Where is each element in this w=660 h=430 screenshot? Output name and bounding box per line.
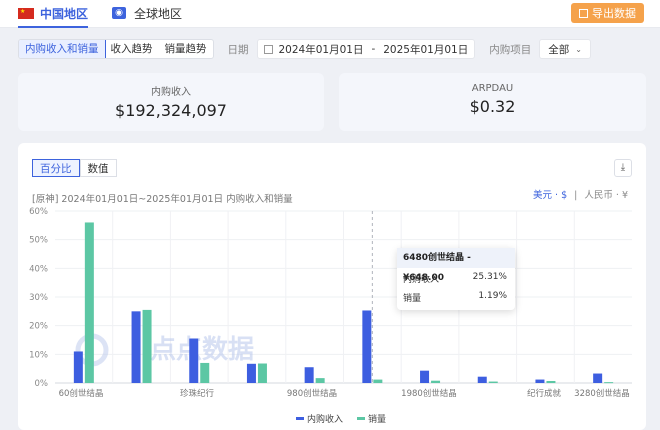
item-select[interactable]: 全部 ⌄ bbox=[539, 39, 591, 59]
calendar-icon bbox=[263, 44, 273, 54]
currency-cny[interactable]: 人民币 · ¥ bbox=[584, 190, 628, 201]
legend-swatch-revenue bbox=[296, 417, 304, 420]
currency-separator: | bbox=[574, 190, 578, 201]
tab-china-region[interactable]: 中国地区 bbox=[18, 4, 89, 28]
date-range-picker[interactable]: 2024年01月01日 - 2025年01月01日 bbox=[256, 39, 476, 59]
tooltip-sales-value: 1.19% bbox=[478, 291, 507, 301]
legend-label-revenue: 内购收入 bbox=[307, 415, 344, 425]
export-label: 导出数据 bbox=[592, 7, 636, 20]
date-end: 2025年01月01日 bbox=[383, 43, 469, 56]
legend-label-sales: 销量 bbox=[368, 415, 387, 425]
metric-option-sales-trend[interactable]: 销量趋势 bbox=[159, 40, 213, 58]
metric-option-revenue-trend[interactable]: 收入趋势 bbox=[105, 40, 159, 58]
export-data-button[interactable]: 导出数据 bbox=[571, 3, 644, 23]
date-start: 2024年01月01日 bbox=[278, 43, 364, 56]
toggle-value[interactable]: 数值 bbox=[79, 159, 117, 177]
active-tab-indicator bbox=[18, 26, 89, 28]
kpi-arpdau-label: ARPDAU bbox=[471, 83, 514, 94]
chart-legend: 内购收入 销量 bbox=[296, 412, 400, 425]
currency-usd[interactable]: 美元 · $ bbox=[533, 190, 567, 201]
chart-panel: 百分比 数值 ⤓ [原神] 2024年01月01日~2025年01月01日 内购… bbox=[18, 143, 646, 430]
tab-global-region[interactable]: ◉ 全球地区 bbox=[112, 4, 182, 22]
tooltip-sales-label: 销量 bbox=[403, 294, 422, 304]
chart-tooltip: 6480创世结晶 - ¥648.00 内购收入 25.31% 销量 1.19% bbox=[397, 248, 515, 310]
tooltip-revenue-value: 25.31% bbox=[472, 272, 507, 282]
legend-item-revenue[interactable]: 内购收入 bbox=[296, 412, 343, 425]
item-label: 内购项目 bbox=[489, 43, 532, 56]
currency-switch: 美元 · $ | 人民币 · ¥ bbox=[533, 187, 628, 201]
region-tabs-bar: 中国地区 ◉ 全球地区 导出数据 bbox=[0, 0, 660, 28]
globe-icon: ◉ bbox=[112, 7, 126, 19]
view-toggle: 百分比 数值 bbox=[32, 159, 117, 177]
chart-subtitle: [原神] 2024年01月01日~2025年01月01日 内购收入和销量 bbox=[32, 194, 293, 205]
toggle-percentage[interactable]: 百分比 bbox=[32, 159, 80, 177]
kpi-revenue-label: 内购收入 bbox=[151, 87, 191, 98]
legend-item-sales[interactable]: 销量 bbox=[357, 412, 386, 425]
date-separator: - bbox=[371, 43, 376, 55]
metric-segmented-control: 内购收入和销量 收入趋势 销量趋势 bbox=[18, 39, 214, 59]
date-label: 日期 bbox=[227, 43, 249, 56]
metric-option-revenue-sales[interactable]: 内购收入和销量 bbox=[18, 40, 106, 58]
download-icon[interactable]: ⤓ bbox=[614, 159, 632, 177]
tab-global-label: 全球地区 bbox=[134, 6, 183, 21]
tooltip-revenue-label: 内购收入 bbox=[403, 275, 440, 285]
tab-china-label: 中国地区 bbox=[40, 6, 89, 21]
legend-swatch-sales bbox=[357, 417, 366, 420]
tooltip-title: 6480创世结晶 - ¥648.00 bbox=[397, 248, 515, 283]
kpi-revenue-value: $192,324,097 bbox=[115, 101, 227, 120]
china-flag-icon bbox=[18, 7, 34, 19]
chevron-down-icon: ⌄ bbox=[575, 44, 582, 54]
kpi-card-revenue: 内购收入 $192,324,097 bbox=[18, 73, 324, 131]
export-icon bbox=[579, 8, 588, 18]
filter-bar: 内购收入和销量 收入趋势 销量趋势 日期 2024年01月01日 - 2025年… bbox=[18, 39, 591, 59]
kpi-card-arpdau: ARPDAU $0.32 bbox=[339, 73, 646, 131]
kpi-arpdau-value: $0.32 bbox=[469, 97, 516, 116]
item-select-value: 全部 bbox=[548, 43, 570, 56]
